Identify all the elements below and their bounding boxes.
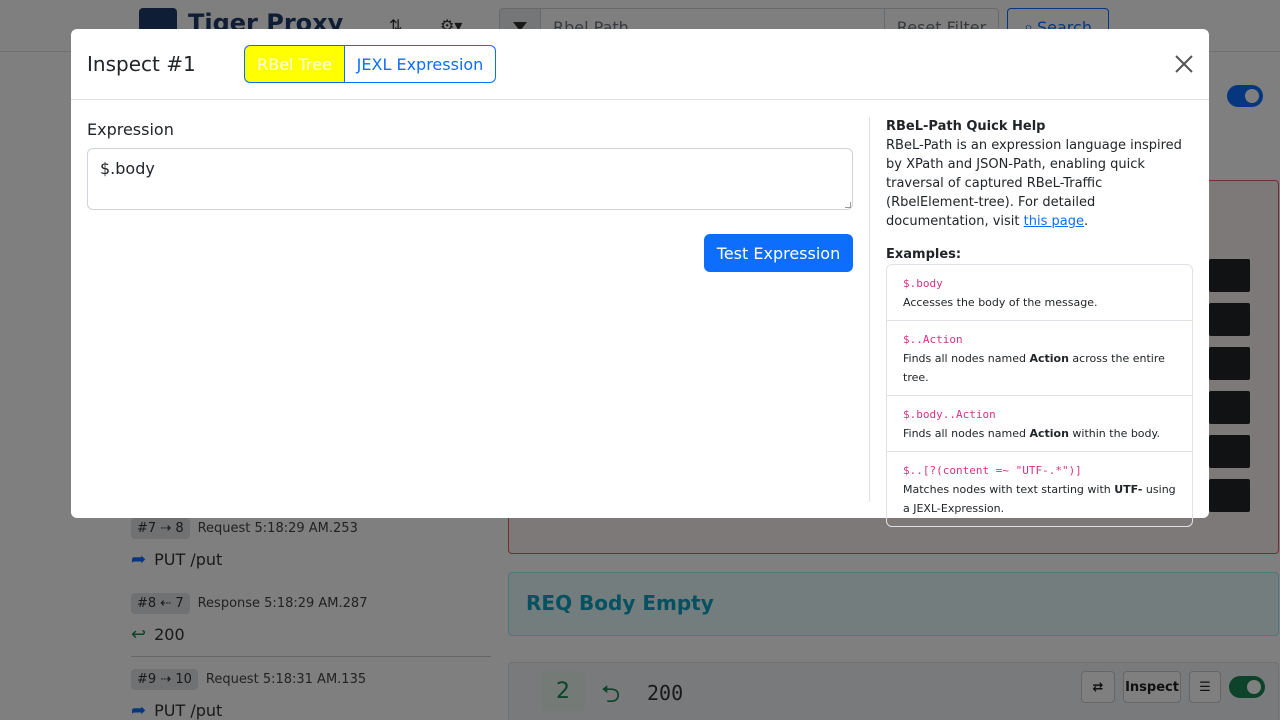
example-text: Accesses the body of the message. xyxy=(903,296,1098,309)
example-description: Finds all nodes named Action across the … xyxy=(903,349,1176,387)
examples-list: $.body Accesses the body of the message.… xyxy=(886,264,1193,527)
tab-jexl-expression[interactable]: JEXL Expression xyxy=(345,45,496,83)
example-code: $..[?(content =~ "UTF-.*")] xyxy=(903,464,1082,477)
example-description: Finds all nodes named Action within the … xyxy=(903,424,1176,443)
example-keyword: Action xyxy=(1029,427,1069,440)
modal-title: Inspect #1 xyxy=(87,52,196,76)
modal-header: Inspect #1 RBel Tree JEXL Expression xyxy=(71,29,1209,100)
help-title: RBeL-Path Quick Help xyxy=(886,119,1046,134)
modal-body: Expression $.body Test Expression RBeL-P… xyxy=(71,101,1209,527)
example-text: Finds all nodes named xyxy=(903,352,1030,365)
tab-rbel-tree[interactable]: RBel Tree xyxy=(244,45,345,83)
tab-group: RBel Tree JEXL Expression xyxy=(244,45,496,83)
example-text: Matches nodes with text starting with xyxy=(903,483,1115,496)
example-text: Finds all nodes named xyxy=(903,427,1030,440)
example-keyword: Action xyxy=(1029,352,1069,365)
close-icon xyxy=(1175,55,1193,73)
expression-label: Expression xyxy=(87,120,174,139)
example-code: $.body xyxy=(903,277,943,290)
example-code: $..Action xyxy=(903,333,963,346)
list-item: $.body Accesses the body of the message. xyxy=(887,265,1192,321)
list-item: $.body..Action Finds all nodes named Act… xyxy=(887,396,1192,452)
help-description: RBeL-Path is an expression language insp… xyxy=(886,136,1194,231)
example-text: within the body. xyxy=(1068,427,1160,440)
help-description-end: . xyxy=(1083,214,1089,229)
examples-title: Examples: xyxy=(886,247,962,262)
close-button[interactable] xyxy=(1173,53,1195,75)
divider xyxy=(869,117,870,502)
test-expression-button[interactable]: Test Expression xyxy=(704,234,853,272)
example-keyword: UTF- xyxy=(1114,483,1143,496)
inspect-modal: Inspect #1 RBel Tree JEXL Expression Exp… xyxy=(71,29,1209,527)
resize-handle[interactable] xyxy=(845,202,851,208)
list-item: $..[?(content =~ "UTF-.*")] Matches node… xyxy=(887,452,1192,526)
example-description: Accesses the body of the message. xyxy=(903,293,1176,312)
example-code: $.body..Action xyxy=(903,408,996,421)
example-description: Matches nodes with text starting with UT… xyxy=(903,480,1176,518)
documentation-link[interactable]: this page xyxy=(1024,214,1084,229)
expression-input[interactable]: $.body xyxy=(87,148,853,210)
quick-help-panel: RBeL-Path Quick Help RBeL-Path is an exp… xyxy=(886,117,1194,527)
list-item: $..Action Finds all nodes named Action a… xyxy=(887,321,1192,396)
